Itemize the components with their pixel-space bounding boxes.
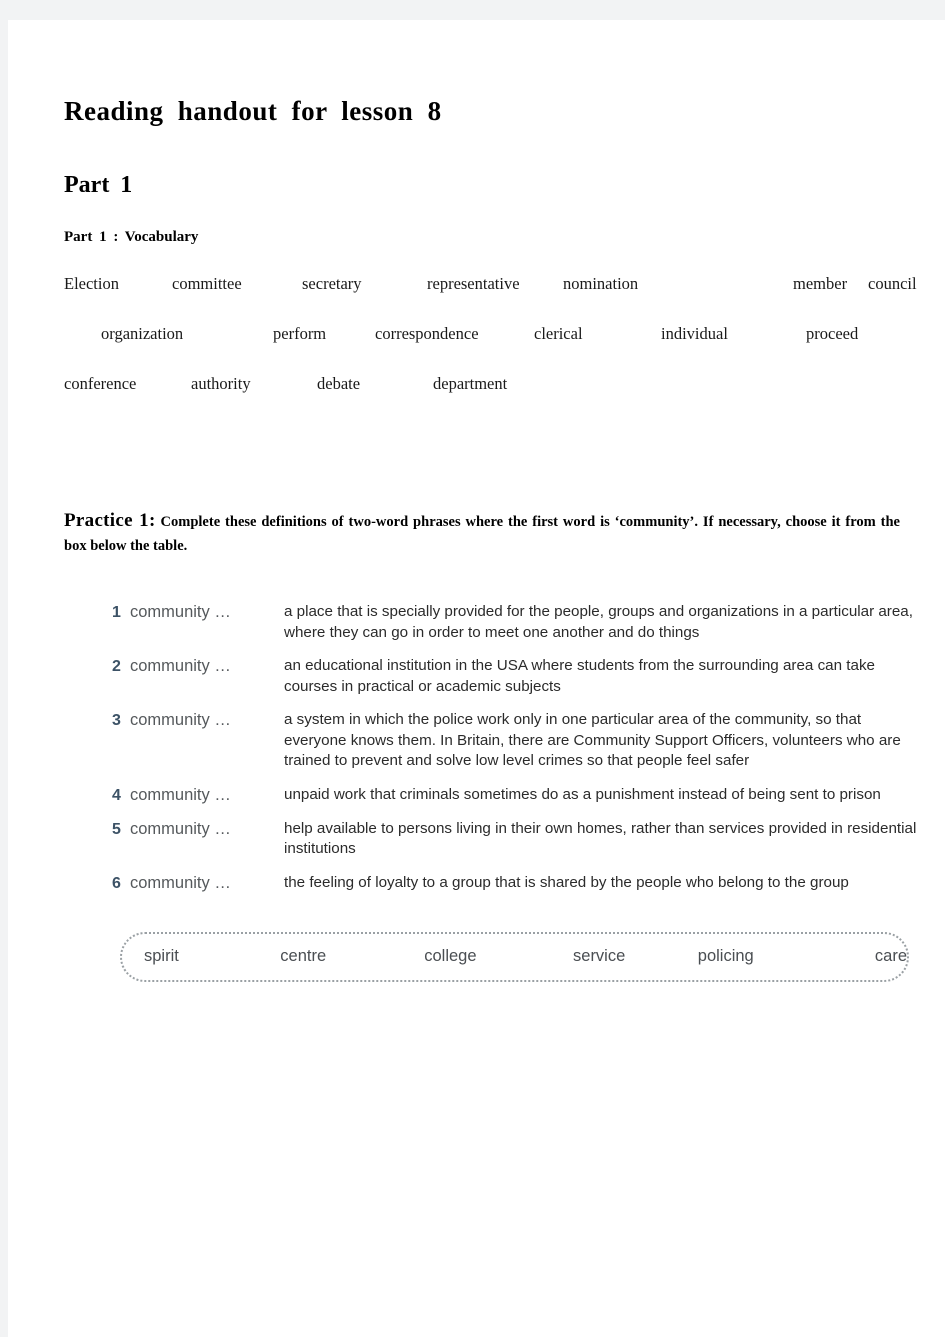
vocabulary-word: member [793,274,848,293]
vocabulary-list: Election committee secretary representat… [64,246,925,424]
section-heading: Part 1 : Vocabulary [64,229,199,245]
practice-label: Practice 1: [64,509,156,531]
vocabulary-word: conference [64,374,137,393]
definition-text: a place that is specially provided for t… [284,603,913,641]
vocabulary-word: organization [101,324,184,343]
page-title: Reading handout for lesson 8 [64,96,442,126]
vocabulary-word: perform [273,324,327,343]
definition-row: 6 community … the feeling of loyalty to … [112,873,925,894]
definition-text: a system in which the police work only i… [284,711,901,769]
definition-term[interactable]: community … [130,873,284,894]
practice-instruction: Practice 1: Complete these definitions o… [64,439,925,558]
definition-row: 2 community … an educational institution… [112,656,925,697]
definitions-table: 1 community … a place that is specially … [64,572,925,982]
definition-term[interactable]: community … [130,710,284,731]
definition-text: help available to persons living in thei… [284,819,917,858]
definition-number: 5 [112,820,121,838]
definition-number: 6 [112,874,121,892]
vocabulary-word: council [868,274,917,293]
vocabulary-word: clerical [534,324,583,343]
word-bank: spirit centre college service policing c… [120,931,909,982]
page-content: Reading handout for lesson 8 Part 1 Part… [8,20,945,982]
definition-row: 4 community … unpaid work that criminals… [112,785,925,806]
definition-number: 3 [112,712,121,729]
document-page: Reading handout for lesson 8 Part 1 Part… [8,20,945,1337]
vocabulary-word: individual [661,324,728,343]
vocabulary-word: nomination [563,274,639,293]
definition-text: an educational institution in the USA wh… [284,657,875,695]
vocabulary-word: debate [317,374,361,393]
vocabulary-word: proceed [806,324,859,343]
definition-number: 1 [112,604,121,621]
part-heading: Part 1 [64,172,133,198]
definition-term[interactable]: community … [130,602,284,623]
vocabulary-word: committee [172,274,242,293]
word-bank-item[interactable]: service [573,947,698,966]
definition-number: 2 [112,658,121,675]
vocabulary-row: Election committee secretary representat… [64,274,925,324]
word-bank-item[interactable]: policing [698,947,840,966]
vocabulary-word: Election [64,274,119,293]
definition-row: 5 community … help available to persons … [112,819,925,860]
word-bank-item[interactable]: college [424,947,573,966]
practice-text: Complete these definitions of two-word p… [64,513,900,554]
vocabulary-row: organization perform correspondence cler… [64,324,925,374]
word-bank-item[interactable]: spirit [122,947,280,966]
word-bank-item[interactable]: centre [280,947,424,966]
definition-text: unpaid work that criminals sometimes do … [284,785,881,803]
definition-number: 4 [112,786,121,804]
vocabulary-word: authority [191,374,251,393]
definition-term[interactable]: community … [130,785,284,806]
word-bank-item[interactable]: care [840,947,907,966]
vocabulary-word: representative [427,274,520,293]
vocabulary-word: department [433,374,508,393]
vocabulary-row: conference authority debate department [64,374,925,424]
definition-row: 3 community … a system in which the poli… [112,710,925,772]
vocabulary-word: secretary [302,274,362,293]
definition-text: the feeling of loyalty to a group that i… [284,873,849,891]
definition-term[interactable]: community … [130,819,284,840]
vocabulary-word: correspondence [375,324,479,343]
definition-term[interactable]: community … [130,656,284,677]
definition-row: 1 community … a place that is specially … [112,602,925,643]
